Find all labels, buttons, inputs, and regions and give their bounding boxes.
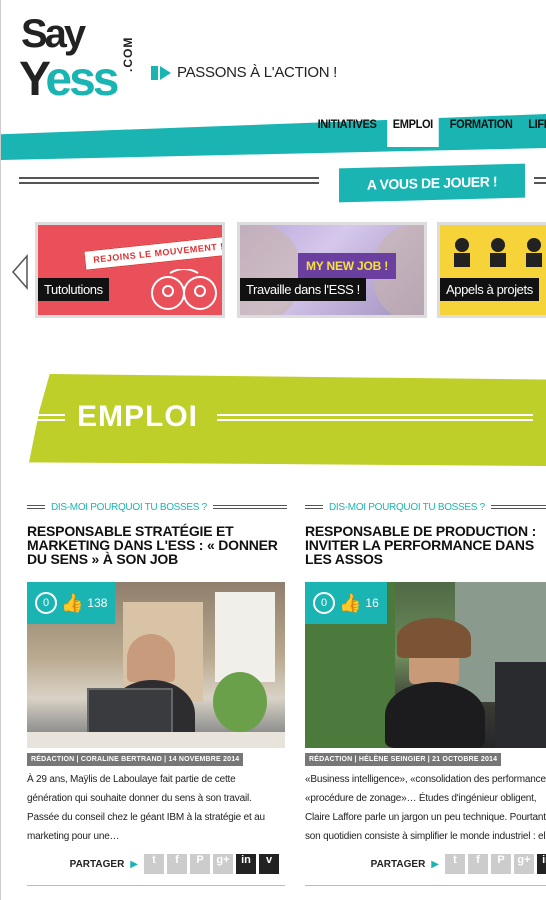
rejoins-banner: REJOINS LE MOUVEMENT ! xyxy=(83,235,222,271)
article-kicker[interactable]: DIS-MOI POURQUOI TU BOSSES ? xyxy=(305,500,546,514)
kicker-line-right xyxy=(212,505,287,509)
article-card: DIS-MOI POURQUOI TU BOSSES ? RESPONSABLE… xyxy=(27,500,287,874)
avdj-banner[interactable]: A VOUS DE JOUER ! xyxy=(339,163,525,203)
article-kicker[interactable]: DIS-MOI POURQUOI TU BOSSES ? xyxy=(27,500,287,514)
article-separator xyxy=(27,885,285,886)
emploi-divider-right xyxy=(217,414,533,421)
photo-person-head xyxy=(127,634,175,682)
facebook-icon[interactable]: f xyxy=(167,854,187,874)
photo-desk xyxy=(27,732,285,748)
nav-initiatives[interactable]: INITIATIVES xyxy=(312,117,382,147)
photo-laptop xyxy=(87,688,173,738)
heads-gears-icon xyxy=(151,269,217,310)
play-flag-icon xyxy=(151,65,171,80)
share-arrow-icon: ▶ xyxy=(130,858,138,870)
linkedin-icon[interactable]: in xyxy=(537,854,546,874)
my-new-job-sign: MY NEW JOB ! xyxy=(298,253,397,279)
logo-y: Y xyxy=(19,53,48,106)
like-count: 16 xyxy=(365,596,379,610)
page: Say Yess .COM PASSONS À L'ACTION ! INITI… xyxy=(0,0,546,900)
article-photo[interactable]: 0 👍 16 xyxy=(305,582,546,748)
facebook-icon[interactable]: f xyxy=(468,854,488,874)
card-label-travaille: Travaille dans l'ESS ! xyxy=(240,278,366,301)
hand-left-shape xyxy=(240,225,300,315)
linkedin-icon[interactable]: in xyxy=(236,854,256,874)
comment-count-icon[interactable]: 0 xyxy=(313,592,335,614)
emploi-divider-left xyxy=(33,414,65,421)
article-card: DIS-MOI POURQUOI TU BOSSES ? RESPONSABLE… xyxy=(305,500,546,874)
people-icon xyxy=(454,238,542,267)
photo-person-body xyxy=(385,682,485,748)
kicker-text: DIS-MOI POURQUOI TU BOSSES ? xyxy=(51,501,207,513)
article-title[interactable]: RESPONSABLE STRATÉGIE ET MARKETING DANS … xyxy=(27,524,283,572)
photo-plant xyxy=(213,672,267,732)
article-byline: RÉDACTION | CORALINE BERTRAND | 14 NOVEM… xyxy=(27,753,244,766)
carousel-card-appels[interactable]: Appels à projets xyxy=(437,222,546,318)
card-label-tutolutions: Tutolutions xyxy=(38,278,109,301)
share-bar: PARTAGER ▶ t f P g+ in xyxy=(305,854,546,874)
comment-count-icon[interactable]: 0 xyxy=(35,592,57,614)
photo-monitor xyxy=(495,662,546,748)
article-photo[interactable]: 0 👍 138 xyxy=(27,582,285,748)
article-separator xyxy=(305,885,546,886)
sayyess-logo[interactable]: Say Yess .COM xyxy=(17,14,137,114)
tagline: PASSONS À L'ACTION ! xyxy=(151,64,337,81)
pinterest-icon[interactable]: P xyxy=(491,854,511,874)
main-nav: INITIATIVES EMPLOI FORMATION LIFES xyxy=(309,117,546,147)
article-stats: 0 👍 138 xyxy=(27,582,116,624)
share-label: PARTAGER xyxy=(370,858,426,870)
logo-com: .COM xyxy=(121,36,135,72)
kicker-text: DIS-MOI POURQUOI TU BOSSES ? xyxy=(329,501,485,513)
googleplus-icon[interactable]: g+ xyxy=(213,854,233,874)
photo-person-hair xyxy=(397,618,471,658)
share-arrow-icon: ▶ xyxy=(431,858,439,870)
kicker-line-left xyxy=(27,505,45,509)
section-title: EMPLOI xyxy=(77,400,199,433)
carousel-card-tutolutions[interactable]: REJOINS LE MOUVEMENT ! Tutolutions xyxy=(35,222,225,318)
like-count: 138 xyxy=(87,596,108,610)
twitter-icon[interactable]: t xyxy=(144,854,164,874)
logo-yess: Yess xyxy=(19,53,119,106)
article-excerpt: «Business intelligence», «consolidation … xyxy=(305,774,546,842)
share-bar: PARTAGER ▶ t f P g+ in v xyxy=(27,854,283,874)
logo-say: Say xyxy=(21,12,86,56)
card-label-appels: Appels à projets xyxy=(440,278,539,301)
carousel-card-travaille[interactable]: MY NEW JOB ! Travaille dans l'ESS ! xyxy=(237,222,427,318)
share-label: PARTAGER xyxy=(69,858,125,870)
article-title[interactable]: RESPONSABLE DE PRODUCTION : INVITER LA P… xyxy=(305,524,546,572)
kicker-line-left xyxy=(305,505,323,509)
article-stats: 0 👍 16 xyxy=(305,582,387,624)
article-excerpt: À 29 ans, Maÿlis de Laboulaye fait parti… xyxy=(27,774,265,842)
kicker-line-right xyxy=(490,505,546,509)
nav-emploi[interactable]: EMPLOI xyxy=(387,117,439,147)
pinterest-icon[interactable]: P xyxy=(190,854,210,874)
logo-ess: ess xyxy=(45,53,119,106)
avdj-divider-left xyxy=(19,177,319,184)
photo-flipchart xyxy=(215,592,275,682)
twitter-icon[interactable]: t xyxy=(445,854,465,874)
article-byline: RÉDACTION | HÉLÈNE SEINGIER | 21 OCTOBRE… xyxy=(305,753,502,766)
thumbs-up-icon[interactable]: 👍 xyxy=(61,593,83,614)
carousel-prev-arrow-icon[interactable] xyxy=(10,254,30,290)
tagline-text: PASSONS À L'ACTION ! xyxy=(177,64,337,81)
viadeo-icon[interactable]: v xyxy=(259,854,279,874)
googleplus-icon[interactable]: g+ xyxy=(514,854,534,874)
thumbs-up-icon[interactable]: 👍 xyxy=(339,593,361,614)
avdj-divider-right xyxy=(534,177,546,184)
nav-lifes[interactable]: LIFES xyxy=(523,117,546,147)
nav-formation[interactable]: FORMATION xyxy=(444,117,518,147)
